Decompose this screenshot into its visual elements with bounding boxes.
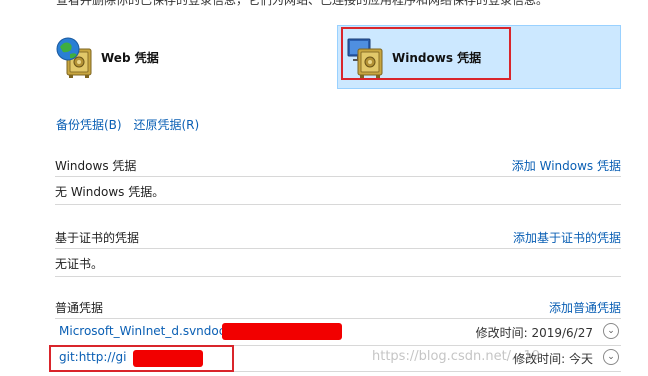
redaction-mark [222, 323, 342, 340]
add-windows-credential-link[interactable]: 添加 Windows 凭据 [512, 157, 621, 174]
generic-credentials-header: 普通凭据 添加普通凭据 [55, 296, 621, 319]
watermark: https://blog.csdn.net/...19 [372, 349, 540, 364]
windows-credentials-header: Windows 凭据 添加 Windows 凭据 [55, 154, 621, 177]
backup-credentials-link[interactable]: 备份凭据(B) [56, 118, 122, 132]
tab-web-credentials[interactable]: Web 凭据 [55, 25, 255, 89]
chevron-down-icon[interactable]: ⌄ [603, 323, 619, 339]
empty-text: 无证书。 [55, 257, 104, 271]
backup-restore-links: 备份凭据(B) 还原凭据(R) [56, 116, 207, 133]
empty-text: 无 Windows 凭据。 [55, 185, 165, 199]
section-title: Windows 凭据 [55, 159, 137, 173]
add-cert-credential-link[interactable]: 添加基于证书的凭据 [513, 229, 621, 246]
restore-credentials-link[interactable]: 还原凭据(R) [133, 118, 199, 132]
cert-credentials-empty: 无证书。 [55, 252, 621, 277]
chevron-down-icon[interactable]: ⌄ [603, 349, 619, 365]
monitor-vault-icon [346, 35, 386, 79]
section-title: 普通凭据 [55, 301, 104, 315]
highlight-box [49, 345, 234, 372]
globe-vault-icon [55, 35, 95, 79]
add-generic-credential-link[interactable]: 添加普通凭据 [549, 299, 621, 316]
windows-credentials-empty: 无 Windows 凭据。 [55, 180, 621, 205]
credential-modified: 修改时间: 2019/6/27 [475, 326, 593, 340]
section-title: 基于证书的凭据 [55, 231, 140, 245]
page-description: 查看并删除你的已保存的登录信息，它们为网站、已连接的应用程序和网络保存的登录信息… [56, 0, 549, 7]
web-credentials-label: Web 凭据 [101, 50, 159, 65]
tab-windows-credentials[interactable]: Windows 凭据 [337, 25, 621, 89]
cert-credentials-header: 基于证书的凭据 添加基于证书的凭据 [55, 226, 621, 249]
